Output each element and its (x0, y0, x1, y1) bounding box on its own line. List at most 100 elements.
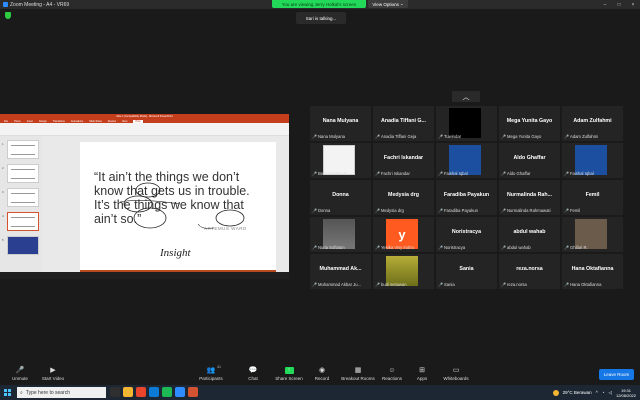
participant-tile[interactable]: Muhammad Ak... 🎤 Muhammad Akbar Ju... (310, 254, 371, 289)
participant-tile[interactable]: Sania 🎤 Sania (436, 254, 497, 289)
participant-tile[interactable]: Mega Yunita Gayo 🎤 Mega Yunita Gayo (499, 106, 560, 141)
participant-tile[interactable]: abdul wahab 🎤 abdul wahab (499, 217, 560, 252)
participant-name: Muhammad Ak... (319, 266, 362, 272)
participant-display-name: Muhammad Akbar Ju... (317, 282, 362, 287)
participant-tile[interactable]: 🎤 Faishal Iqbal (562, 143, 623, 178)
window-controls: – □ × (598, 0, 640, 9)
participant-tile[interactable]: Nurmalinda Rah... 🎤 Nurmalinda Rahmawati (499, 180, 560, 215)
participant-display-name: Tuwindar (443, 134, 462, 139)
taskbar-app-icon[interactable] (123, 387, 133, 397)
participant-tile[interactable]: Medysia drg 🎤 Medysia drg (373, 180, 434, 215)
reactions-label: Reactions (381, 376, 402, 381)
network-icon[interactable]: ◔ (602, 390, 605, 395)
participant-tile[interactable]: reza.norsa 🎤 reza.norsa (499, 254, 560, 289)
meeting-toolbar: 🎤 Unmute ▶ Start Video 👥 41 Participants… (0, 365, 640, 385)
reactions-icon: ☺ (388, 367, 396, 374)
participant-tile[interactable]: 🎤 Faishal Iqbal (436, 143, 497, 178)
taskbar-app-icon[interactable] (110, 387, 120, 397)
participant-tile[interactable]: 🎤 Tuwindar (436, 106, 497, 141)
participant-label: 🎤 Fachri Iskandar (375, 171, 410, 176)
zoom-logo-icon (3, 2, 8, 7)
participant-tile[interactable]: Noristracya 🎤 Noristracya (436, 217, 497, 252)
participant-label: 🎤 Femil (564, 208, 580, 213)
ppt-status-bar (0, 272, 289, 279)
whiteboards-button[interactable]: ▭ Whiteboards (436, 365, 476, 385)
volume-icon[interactable]: ◁ (609, 390, 612, 396)
close-button[interactable]: × (626, 0, 640, 9)
taskbar-app-icon[interactable] (136, 387, 146, 397)
start-video-button[interactable]: ▶ Start Video (33, 365, 73, 385)
participant-label: 🎤 Mega Yunita Gayo (501, 134, 541, 139)
microphone-muted-icon: 🎤 (375, 282, 380, 287)
participant-display-name: Aldo Ghaffar (506, 171, 531, 176)
maximize-button[interactable]: □ (612, 0, 626, 9)
chat-button[interactable]: 💬 Chat (233, 365, 273, 385)
thumb-sketch (11, 193, 35, 203)
participant-tile[interactable]: 🎤 Bestol Fahmi M... (310, 143, 371, 178)
taskbar-search-input[interactable]: ⌕ Type here to search (17, 387, 106, 398)
participant-display-name: Fachri Iskandar (380, 171, 410, 176)
weather-text: 29°C Berawan (562, 390, 592, 395)
participant-display-name: Medysia drg (380, 208, 404, 213)
participant-tile[interactable]: Donna 🎤 Donna (310, 180, 371, 215)
participant-display-name: Nurmalinda Rahmawati (506, 208, 551, 213)
participant-tile[interactable]: Nana Mulyana 🎤 Nana Mulyana (310, 106, 371, 141)
breakout-rooms-icon: ▦ (354, 367, 362, 374)
whiteboard-icon: ▭ (452, 367, 460, 374)
microphone-muted-icon: 🎤 (312, 171, 317, 176)
participants-count: 41 (217, 365, 221, 369)
microphone-muted-icon: 🎤 (501, 245, 506, 250)
participant-label: 🎤 Donna (312, 208, 330, 213)
chevron-up-icon[interactable]: ^ (596, 390, 598, 395)
participant-display-name: Adam Zulfahmi (569, 134, 599, 139)
participant-tile[interactable]: Fachri Iskandar 🎤 Fachri Iskandar (373, 143, 434, 178)
taskbar-app-icon[interactable] (175, 387, 185, 397)
participant-label: 🎤 Nana Mulyana (312, 134, 345, 139)
taskbar-clock[interactable]: 19:31 12/08/2022 (616, 388, 636, 398)
start-video-label: Start Video (41, 376, 65, 381)
microphone-muted-icon: 🎤 (564, 171, 569, 176)
participant-label: 🎤 Medysia drg (375, 208, 404, 213)
microphone-muted-icon: 🎤 (501, 208, 506, 213)
search-icon: ⌕ (20, 389, 23, 396)
thumb-number: 3 (2, 190, 4, 194)
participant-display-name: Noristracya (443, 245, 466, 250)
taskbar-app-icon[interactable] (149, 387, 159, 397)
microphone-muted-icon: 🎤 (438, 282, 443, 287)
view-options-button[interactable]: View Options ⌄ (368, 0, 408, 8)
taskbar-app-icon[interactable] (188, 387, 198, 397)
microphone-muted-icon: 🎤 (375, 208, 380, 213)
participant-tile[interactable]: Adam Zulfahmi 🎤 Adam Zulfahmi (562, 106, 623, 141)
minimize-button[interactable]: – (598, 0, 612, 9)
participant-tile[interactable]: Femil 🎤 Femil (562, 180, 623, 215)
participant-label: 🎤 abdul wahab (501, 245, 531, 250)
participant-tile[interactable]: y 🎤 Yesika Visy Indria (373, 217, 434, 252)
participant-tile[interactable]: 🎤 Nuria Sofiatun (310, 217, 371, 252)
thumb-number: 1 (2, 142, 4, 146)
microphone-muted-icon: 🎤 (312, 282, 317, 287)
record-button[interactable]: ◉ Record (302, 365, 342, 385)
taskbar-app-icon[interactable] (162, 387, 172, 397)
participant-name: Adam Zulfahmi (573, 118, 612, 124)
windows-taskbar: ⌕ Type here to search 29°C Berawan ^ ◔ ◁… (0, 385, 640, 400)
gallery-page-up-button[interactable]: ︿ (452, 91, 480, 102)
participant-tile[interactable]: Faradiba Payakun 🎤 Faradiba Payakun (436, 180, 497, 215)
participant-tile[interactable]: Hana Oktafianna 🎤 Hana Oktafianna (562, 254, 623, 289)
participant-tile[interactable]: Aldo Ghaffar 🎤 Aldo Ghaffar (499, 143, 560, 178)
participant-display-name: Faishal Iqbal (569, 171, 594, 176)
participant-display-name: Bestol Fahmi M... (317, 171, 351, 176)
participant-label: 🎤 Sania (438, 282, 455, 287)
current-slide: “It ain’t the things we don’t know that … (80, 142, 276, 274)
leave-room-button[interactable]: Leave Room (599, 369, 634, 380)
participant-tile[interactable]: 🎤 budi setiawan (373, 254, 434, 289)
breakout-rooms-label: Breakout Rooms (341, 376, 375, 381)
participant-tile[interactable]: Anadia Tiffani G... 🎤 Anadia Tiffani Geja (373, 106, 434, 141)
participant-tile[interactable]: 🎤 Ghifari R. (562, 217, 623, 252)
participants-button[interactable]: 👥 41 Participants (191, 365, 231, 385)
windows-start-icon[interactable] (4, 389, 11, 396)
slide-thumbnail: 2 (2, 164, 39, 183)
shield-icon[interactable] (5, 12, 11, 19)
slide-thumbnail: 1 (2, 140, 39, 159)
unmute-label: Unmute (12, 376, 28, 381)
chat-label: Chat (248, 376, 258, 381)
